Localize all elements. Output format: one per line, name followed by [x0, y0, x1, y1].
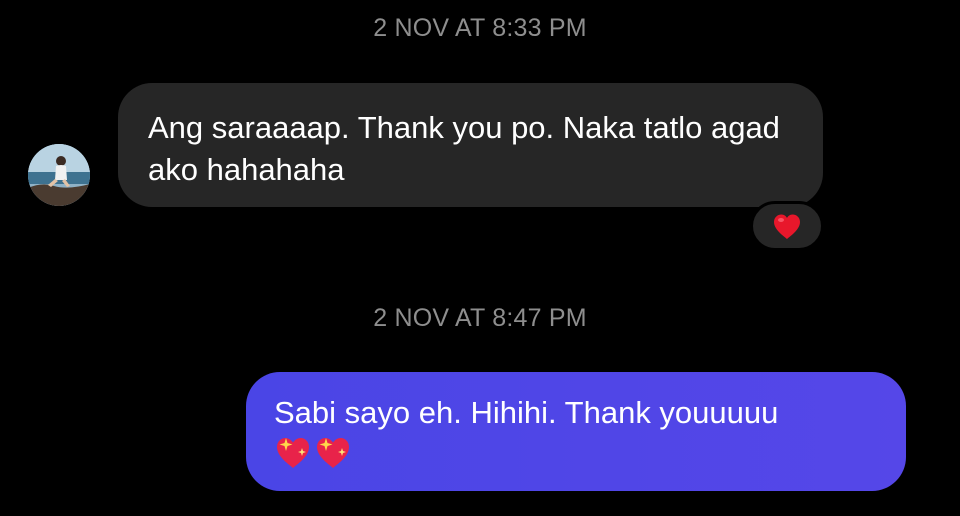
avatar-photo-icon	[28, 144, 90, 206]
contact-avatar[interactable]	[28, 144, 90, 206]
red-heart-icon	[774, 214, 800, 239]
message-reaction[interactable]	[750, 201, 824, 251]
incoming-message-bubble[interactable]: Ang saraaaap. Thank you po. Naka tatlo a…	[118, 83, 823, 207]
emoji-row	[274, 434, 878, 470]
timestamp-2: 2 NOV AT 8:47 PM	[373, 304, 587, 332]
sparkling-heart-icon	[277, 438, 309, 468]
incoming-message-text: Ang saraaaap. Thank you po. Naka tatlo a…	[148, 110, 780, 187]
sparkling-heart-icon	[317, 438, 349, 468]
outgoing-message-bubble[interactable]: Sabi sayo eh. Hihihi. Thank youuuuu	[246, 372, 906, 491]
timestamp-1: 2 NOV AT 8:33 PM	[373, 14, 587, 42]
outgoing-message-text: Sabi sayo eh. Hihihi. Thank youuuuu	[274, 395, 779, 430]
